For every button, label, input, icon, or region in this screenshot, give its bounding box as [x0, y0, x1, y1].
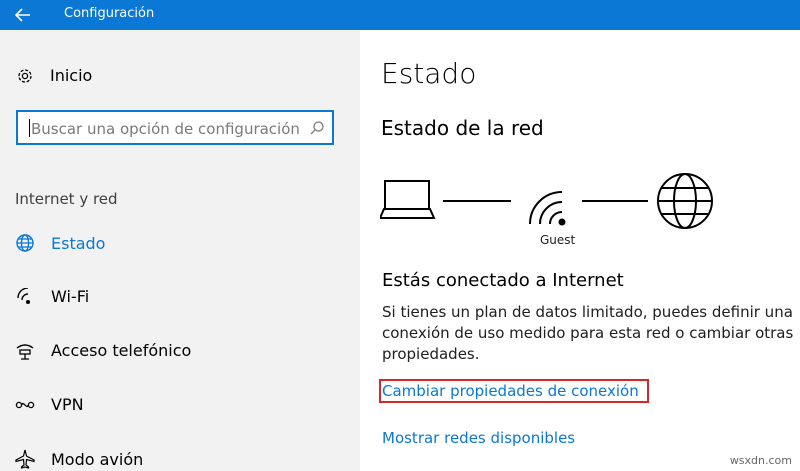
search-input[interactable]: Buscar una opción de configuración	[16, 110, 334, 145]
back-arrow-icon	[15, 8, 30, 22]
vpn-icon	[14, 396, 36, 414]
globe-icon	[14, 233, 36, 253]
status-description: Si tienes un plan de datos limitado, pue…	[382, 302, 800, 365]
watermark: wsxdn.com	[729, 454, 792, 467]
sidebar-item-label: Wi-Fi	[51, 287, 90, 306]
wifi-network-icon	[529, 191, 566, 226]
sidebar: Inicio Buscar una opción de configuració…	[0, 30, 360, 471]
description-line: conexión de uso medido para esta red o c…	[382, 324, 794, 342]
page-title: Estado	[381, 57, 477, 90]
sidebar-item-estado[interactable]: Estado	[14, 233, 105, 253]
main-content: Estado Estado de la red Guest Estás cone…	[360, 30, 800, 471]
sidebar-item-label: Estado	[51, 233, 106, 253]
search-placeholder: Buscar una opción de configuración	[31, 120, 300, 138]
description-line: propiedades.	[382, 345, 480, 363]
title-bar: Configuración	[0, 0, 800, 30]
wifi-icon	[14, 287, 36, 306]
gear-icon	[18, 68, 32, 83]
sidebar-item-home[interactable]: Inicio	[16, 66, 92, 85]
sidebar-item-vpn[interactable]: VPN	[14, 395, 84, 414]
description-line: Si tienes un plan de datos limitado, pue…	[382, 303, 793, 321]
sidebar-item-label: Modo avión	[51, 449, 144, 469]
sidebar-item-label: Acceso telefónico	[51, 341, 192, 360]
text-caret	[29, 119, 30, 137]
sidebar-item-wifi[interactable]: Wi-Fi	[14, 287, 89, 306]
airplane-icon	[14, 449, 36, 469]
search-icon[interactable]	[309, 120, 325, 136]
internet-globe-icon	[657, 173, 713, 229]
dialup-icon	[14, 342, 36, 360]
window-title: Configuración	[64, 6, 155, 21]
connection-status: Estás conectado a Internet	[382, 270, 624, 291]
section-heading: Estado de la red	[381, 116, 544, 140]
computer-icon	[380, 180, 436, 219]
section-title: Internet y red	[15, 190, 118, 208]
back-button[interactable]	[0, 0, 46, 30]
network-name: Guest	[540, 233, 576, 247]
sidebar-item-acceso-telefonico[interactable]: Acceso telefónico	[14, 341, 191, 360]
sidebar-item-modo-avion[interactable]: Modo avión	[14, 449, 143, 469]
show-available-networks-link[interactable]: Mostrar redes disponibles	[382, 429, 575, 447]
sidebar-item-home-label: Inicio	[50, 66, 93, 85]
highlight-box	[379, 379, 649, 403]
sidebar-item-label: VPN	[51, 395, 84, 414]
